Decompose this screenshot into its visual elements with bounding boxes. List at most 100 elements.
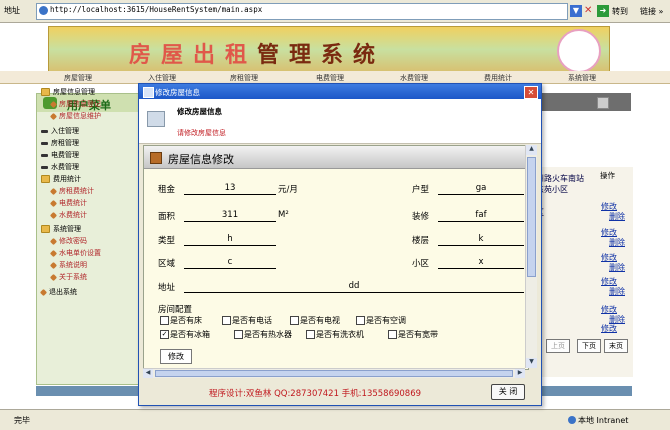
address-url[interactable]: http://localhost:3615/HouseRentSystem/ma… — [50, 5, 262, 14]
sidebar-item[interactable]: 电费管理 — [41, 150, 79, 161]
prev-page-button[interactable]: 上页 — [546, 339, 570, 353]
sidebar-item[interactable]: 入住管理 — [41, 126, 79, 137]
bunny-mascot-icon — [557, 29, 601, 73]
close-button[interactable]: 关 闭 — [491, 384, 525, 400]
sidebar-item[interactable]: 系统管理 — [41, 224, 81, 235]
sidebar-item[interactable]: 水电单价设置 — [49, 248, 101, 259]
amenity-checkbox[interactable]: 是否有宽带 — [388, 329, 438, 340]
sidebar-item[interactable]: 房租费统计 — [49, 186, 94, 197]
amenity-label: 是否有电话 — [232, 316, 272, 325]
stop-icon[interactable]: ✕ — [584, 5, 594, 17]
dialog-title: 修改房屋信息 — [155, 88, 200, 97]
row-delete-link[interactable]: 删除 — [609, 286, 625, 297]
go-button[interactable]: 转到 — [612, 6, 628, 17]
sidebar-item[interactable]: 修改密码 — [49, 236, 87, 247]
menu-house[interactable]: 房屋管理 — [64, 73, 92, 83]
checkbox-empty-icon[interactable] — [234, 330, 243, 339]
decor-input[interactable]: faf — [438, 210, 524, 222]
sidebar-item[interactable]: 房屋信息管理 — [41, 87, 95, 98]
modify-button[interactable]: 修改 — [160, 349, 192, 364]
amenity-checkbox[interactable]: 是否有洗衣机 — [306, 329, 364, 340]
dialog-close-icon[interactable]: ✕ — [524, 86, 538, 99]
scroll-thumb[interactable] — [527, 157, 536, 277]
sidebar-item[interactable]: 水费统计 — [49, 210, 87, 221]
vertical-scrollbar[interactable]: ▲ ▼ — [525, 145, 537, 368]
go-arrow-icon[interactable]: ➜ — [597, 5, 609, 17]
sidebar-item-label: 退出系统 — [49, 288, 77, 296]
amenity-checkbox[interactable]: ✓ 是否有冰箱 — [160, 329, 210, 340]
horizontal-scrollbar[interactable]: ◀ ▶ — [143, 368, 525, 378]
sidebar-item[interactable]: 退出系统 — [39, 287, 77, 298]
config-label: 房间配置 — [158, 305, 193, 315]
menu-rent[interactable]: 房租管理 — [230, 73, 258, 83]
bullet-icon — [39, 288, 48, 296]
sidebar-item-label: 水电单价设置 — [59, 249, 101, 257]
sidebar-item-label: 电费管理 — [51, 151, 79, 159]
checkbox-empty-icon[interactable] — [388, 330, 397, 339]
row-delete-link[interactable]: 删除 — [609, 237, 625, 248]
banner-title-part1: 房屋出租 — [129, 42, 258, 68]
address-label: 地址 — [4, 6, 20, 15]
amenity-checkbox[interactable]: 是否有床 — [160, 315, 202, 326]
hscroll-thumb[interactable] — [155, 370, 513, 377]
menu-checkin[interactable]: 入住管理 — [148, 73, 176, 83]
address-dropdown-icon[interactable]: ▼ — [570, 5, 582, 17]
sidebar-item[interactable]: 水费管理 — [41, 162, 79, 173]
scroll-right-icon[interactable]: ▶ — [515, 369, 525, 378]
checkbox-checked-icon[interactable]: ✓ — [160, 330, 169, 339]
status-text: 完毕 — [14, 416, 30, 425]
address-bar: 地址 http://localhost:3615/HouseRentSystem… — [0, 0, 670, 23]
scroll-up-icon[interactable]: ▲ — [526, 145, 537, 155]
checkbox-empty-icon[interactable] — [306, 330, 315, 339]
row-edit-link[interactable]: 修改 — [601, 323, 617, 334]
floor-input[interactable]: k — [438, 234, 524, 246]
checkbox-empty-icon[interactable] — [222, 316, 231, 325]
amenity-label: 是否有空调 — [366, 316, 406, 325]
menu-water[interactable]: 水费管理 — [400, 73, 428, 83]
next-page-button[interactable]: 下页 — [577, 339, 601, 353]
amenity-checkbox[interactable]: 是否有电话 — [222, 315, 272, 326]
amenity-checkbox[interactable]: 是否有热水器 — [234, 329, 292, 340]
row-delete-link[interactable]: 删除 — [609, 211, 625, 222]
scroll-left-icon[interactable]: ◀ — [143, 369, 153, 378]
checkbox-empty-icon[interactable] — [290, 316, 299, 325]
links-button[interactable]: 链接 » — [640, 6, 663, 17]
amenity-label: 是否有床 — [170, 316, 202, 325]
sidebar-item[interactable]: 系统说明 — [49, 260, 87, 271]
amenity-checkbox[interactable]: 是否有电视 — [290, 315, 340, 326]
sidebar-item-label: 水费统计 — [59, 211, 87, 219]
type-input[interactable]: h — [184, 234, 276, 246]
menu-system[interactable]: 系统管理 — [568, 73, 596, 83]
amenity-checkbox[interactable]: 是否有空调 — [356, 315, 406, 326]
checkbox-empty-icon[interactable] — [356, 316, 365, 325]
sidebar-item[interactable]: 费用统计 — [41, 174, 81, 185]
layout-input[interactable]: ga — [438, 183, 524, 195]
row-delete-link[interactable]: 删除 — [609, 262, 625, 273]
last-page-button[interactable]: 末页 — [604, 339, 628, 353]
sidebar-item[interactable]: 房租管理 — [41, 138, 79, 149]
menu-electric[interactable]: 电费管理 — [316, 73, 344, 83]
scroll-down-icon[interactable]: ▼ — [526, 358, 537, 368]
sidebar-item[interactable]: 电费统计 — [49, 198, 87, 209]
address-field-input[interactable]: dd — [184, 281, 524, 293]
rent-label: 租金 — [158, 185, 176, 195]
print-icon[interactable] — [597, 97, 609, 109]
dialog-header: 修改房屋信息 请修改房屋信息 — [139, 99, 541, 144]
sidebar-item[interactable]: 房屋信息维护 — [49, 111, 101, 122]
dialog-titlebar[interactable]: 修改房屋信息 ✕ — [139, 84, 541, 99]
menu-stats[interactable]: 费用统计 — [484, 73, 512, 83]
sidebar-item-label: 房屋信息管理 — [53, 88, 95, 96]
sidebar-item-label: 房屋信息登记 — [59, 100, 101, 108]
dialog-footer: 程序设计:双鱼林 QQ:287307421 手机:13558690869 关 闭 — [139, 379, 541, 405]
area-input[interactable]: 311 — [184, 210, 276, 222]
rent-input[interactable]: 13 — [184, 183, 276, 195]
checkbox-empty-icon[interactable] — [160, 316, 169, 325]
bullet-icon — [49, 261, 58, 269]
sidebar-item-label: 房租费统计 — [59, 187, 94, 195]
community-input[interactable]: x — [438, 257, 524, 269]
district-input[interactable]: c — [184, 257, 276, 269]
sidebar-item[interactable]: 房屋信息登记 — [49, 99, 101, 110]
sidebar-item-label: 房租管理 — [51, 139, 79, 147]
sidebar-item[interactable]: 关于系统 — [49, 272, 87, 283]
folder-icon — [41, 225, 50, 233]
